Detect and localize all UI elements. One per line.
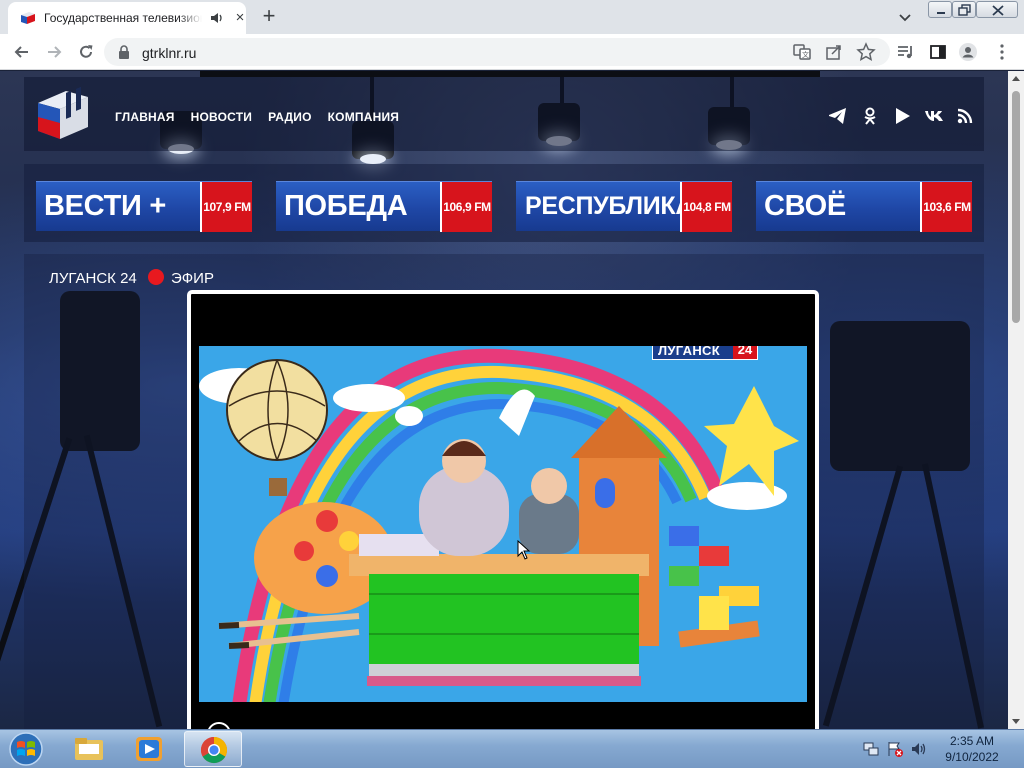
video-frame[interactable]: ЛУГАНСК 24 [199, 346, 807, 702]
forward-arrow-icon[interactable] [44, 42, 64, 62]
system-clock[interactable]: 2:35 AM 9/10/2022 [930, 733, 1014, 765]
player-control-button[interactable] [207, 722, 231, 729]
clock-time: 2:35 AM [949, 734, 995, 748]
volume-icon[interactable] [910, 740, 928, 758]
nav-link-radio[interactable]: РАДИО [268, 110, 312, 124]
site-logo[interactable] [36, 87, 90, 141]
station-respublika[interactable]: РЕСПУБЛИКА 104,8 FM [516, 181, 732, 232]
system-tray [862, 740, 928, 758]
station-name: ВЕСТИ + [44, 190, 166, 222]
profile-avatar-icon[interactable] [958, 42, 978, 62]
nav-link-news[interactable]: НОВОСТИ [191, 110, 252, 124]
windows-start-button[interactable] [4, 731, 48, 767]
video-player[interactable]: ЛУГАНСК 24 [187, 290, 819, 729]
network-icon[interactable] [862, 740, 880, 758]
lock-icon[interactable] [118, 45, 130, 59]
window-close-button[interactable] [976, 1, 1018, 18]
side-panel-icon[interactable] [928, 42, 948, 62]
telegram-icon[interactable] [828, 107, 848, 125]
scrollbar-thumb[interactable] [1012, 91, 1020, 323]
browser-tab-strip: Государственная телевизионная и радиовещ… [0, 0, 1024, 34]
nav-link-home[interactable]: ГЛАВНАЯ [115, 110, 175, 124]
station-frequency: 107,9 FM [200, 182, 252, 232]
social-links [828, 107, 976, 125]
page-scrollbar[interactable] [1008, 71, 1024, 729]
close-tab-button[interactable]: × [232, 10, 248, 26]
site-header: ГЛАВНАЯ НОВОСТИ РАДИО КОМПАНИЯ [24, 77, 984, 151]
taskbar-explorer-button[interactable] [60, 731, 118, 767]
nav-link-company[interactable]: КОМПАНИЯ [328, 110, 399, 124]
window-minimize-button[interactable] [928, 1, 952, 18]
youtube-icon[interactable] [892, 107, 912, 125]
station-name: СВОЁ [764, 190, 846, 222]
scroll-up-arrow-icon[interactable] [1008, 71, 1024, 87]
browser-toolbar: gtrklnr.ru 文 [0, 34, 1024, 70]
taskbar-media-player-button[interactable] [120, 731, 178, 767]
media-player-icon [136, 737, 162, 761]
new-tab-button[interactable]: + [258, 5, 280, 28]
action-center-flag-icon[interactable] [886, 740, 904, 758]
translate-icon[interactable]: 文 [792, 42, 812, 62]
site-favicon-icon [21, 12, 35, 24]
back-arrow-icon[interactable] [12, 42, 32, 62]
site-nav: ГЛАВНАЯ НОВОСТИ РАДИО КОМПАНИЯ [115, 110, 399, 124]
live-channel-name[interactable]: ЛУГАНСК 24 [49, 270, 137, 287]
share-icon[interactable] [824, 42, 844, 62]
channel-badge-name: ЛУГАНСК [658, 346, 720, 358]
audio-playing-icon[interactable] [210, 11, 224, 25]
url-text[interactable]: gtrklnr.ru [142, 45, 196, 61]
channel-badge: ЛУГАНСК 24 [652, 346, 758, 360]
video-scene-kids-show [199, 346, 807, 702]
mouse-cursor-icon [517, 540, 531, 560]
live-efir-label[interactable]: ЭФИР [171, 270, 214, 287]
bookmark-star-icon[interactable] [856, 42, 876, 62]
address-bar[interactable]: gtrklnr.ru [104, 38, 890, 66]
tab-title: Государственная телевизионная и радиовещ… [44, 11, 202, 27]
browser-tab[interactable]: Государственная телевизионная и радиовещ… [8, 2, 246, 34]
station-name: ПОБЕДА [284, 190, 408, 222]
station-pobeda[interactable]: ПОБЕДА 106,9 FM [276, 181, 492, 232]
taskbar-chrome-button[interactable] [184, 731, 242, 767]
radio-stations-strip: ВЕСТИ + 107,9 FM ПОБЕДА 106,9 FM РЕСПУБЛ… [24, 164, 984, 242]
webpage: ГЛАВНАЯ НОВОСТИ РАДИО КОМПАНИЯ ВЕСТИ + 1… [0, 71, 1008, 729]
folder-icon [75, 738, 103, 760]
station-frequency: 106,9 FM [440, 182, 492, 232]
odnoklassniki-icon[interactable] [860, 107, 880, 125]
svg-text:文: 文 [802, 50, 809, 59]
windows-taskbar: 2:35 AM 9/10/2022 [0, 729, 1024, 768]
menu-kebab-icon[interactable] [992, 42, 1012, 62]
station-frequency: 104,8 FM [680, 182, 732, 232]
vk-icon[interactable] [924, 107, 944, 125]
clock-date: 9/10/2022 [945, 750, 999, 764]
station-svoe[interactable]: СВОЁ 103,6 FM [756, 181, 972, 232]
reload-icon[interactable] [76, 42, 96, 62]
rss-icon[interactable] [956, 107, 976, 125]
scroll-down-arrow-icon[interactable] [1008, 713, 1024, 729]
channel-badge-number: 24 [733, 346, 757, 359]
tab-search-chevron-icon[interactable] [896, 8, 914, 26]
window-restore-button[interactable] [952, 1, 976, 18]
media-control-icon[interactable] [896, 42, 916, 62]
station-name: РЕСПУБЛИКА [525, 192, 694, 220]
station-frequency: 103,6 FM [920, 182, 972, 232]
live-indicator-dot [148, 269, 164, 285]
chrome-icon [200, 736, 228, 764]
station-vesti-plus[interactable]: ВЕСТИ + 107,9 FM [36, 181, 252, 232]
